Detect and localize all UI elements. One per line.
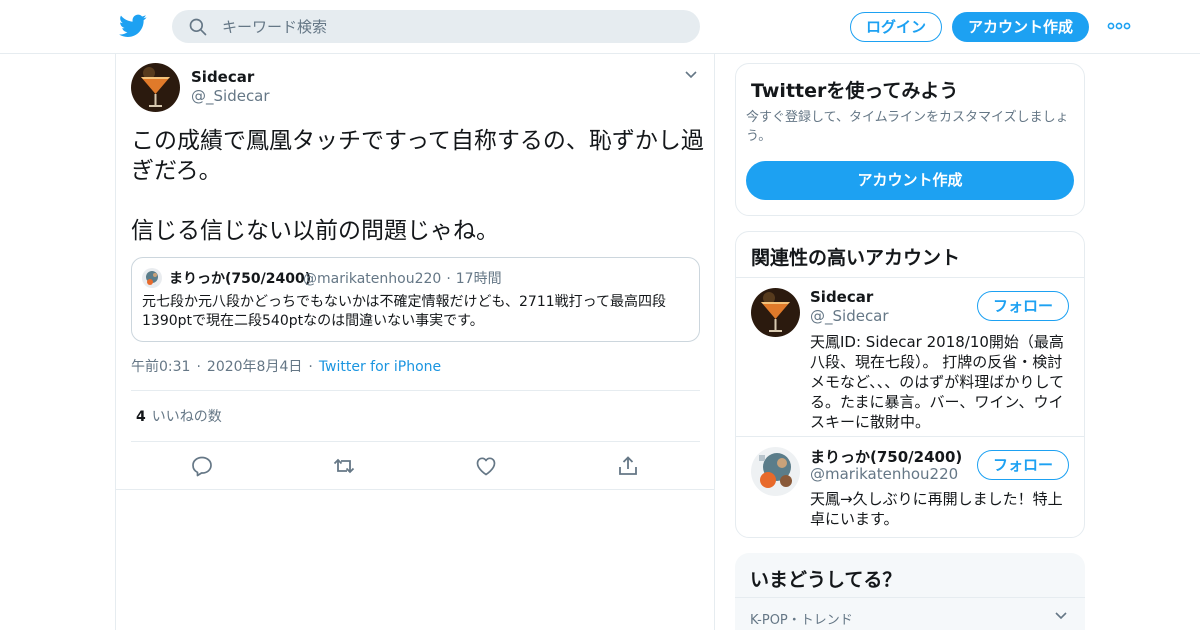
avatar[interactable] <box>131 63 180 112</box>
tweet-text: この成績で鳳凰タッチですって自称するの、恥ずかし過ぎだろ。 信じる信じない以前の… <box>131 128 704 244</box>
quote-time: 17時間 <box>455 271 502 287</box>
share-icon[interactable] <box>616 454 640 478</box>
divider <box>736 436 1084 437</box>
divider <box>116 489 714 490</box>
card-title: 関連性の高いアカウント <box>751 247 961 269</box>
search-bar[interactable] <box>172 10 700 43</box>
cocktail-avatar-icon <box>131 63 180 112</box>
character-avatar-icon <box>142 268 162 288</box>
likes-summary[interactable]: 4 いいねの数 <box>136 406 222 426</box>
author-handle[interactable]: @_Sidecar <box>191 87 270 105</box>
quote-author-name: まりっか(750/2400) <box>169 271 312 287</box>
more-dots-icon[interactable] <box>1107 18 1131 34</box>
account-bio: 天鳳→久しぶりに再開しました！特上卓にいます。 <box>810 490 1063 528</box>
tweet-source-link[interactable]: Twitter for iPhone <box>319 359 441 375</box>
cocktail-avatar-icon <box>751 288 800 337</box>
login-button[interactable]: ログイン <box>850 12 942 42</box>
author-name[interactable]: Sidecar <box>191 68 254 86</box>
card-title: Twitterを使ってみよう <box>751 80 959 102</box>
search-icon <box>189 18 207 36</box>
likes-count: 4 <box>136 409 146 425</box>
tweet-time[interactable]: 午前0:31 <box>131 359 190 375</box>
signup-promo-card: Twitterを使ってみよう 今すぐ登録して、タイムラインをカスタマイズしましょ… <box>735 63 1085 216</box>
trends-card: いまどうしてる？ K-POP・トレンド <box>735 553 1085 630</box>
quote-text: 元七段か元八段かどっちでもないかは不確定情報だけども、2711戦打って最高四段1… <box>142 294 666 329</box>
account-handle[interactable]: @marikatenhou220 <box>810 465 958 483</box>
quoted-tweet[interactable]: まりっか(750/2400) @marikatenhou220 · 17時間 元七段… <box>131 257 700 342</box>
chevron-down-icon[interactable] <box>684 70 698 80</box>
search-input[interactable] <box>222 10 682 43</box>
trend-category[interactable]: K-POP・トレンド <box>750 609 853 628</box>
quote-author-handle: @marikatenhou220 · 17時間 <box>303 271 502 287</box>
avatar[interactable] <box>751 447 800 496</box>
tweet-detail: Sidecar @_Sidecar この成績で鳳凰タッチですって自称するの、恥ず… <box>115 54 715 630</box>
character-avatar-icon <box>751 447 800 496</box>
follow-button[interactable]: フォロー <box>977 450 1069 480</box>
account-bio: 天鳳ID: Sidecar 2018/10開始（最高八段、現在七段）。 打牌の反… <box>810 333 1065 431</box>
quote-handle-text: @marikatenhou220 <box>303 271 442 287</box>
account-name[interactable]: まりっか(750/2400) <box>810 446 962 467</box>
twitter-bird-icon[interactable] <box>119 12 147 40</box>
tweet-meta: 午前0:31 · 2020年8月4日 · Twitter for iPhone <box>131 359 442 375</box>
card-subtitle: 今すぐ登録して、タイムラインをカスタマイズしましょう。 <box>746 110 1069 144</box>
divider <box>131 390 700 391</box>
reply-icon[interactable] <box>190 454 214 478</box>
divider <box>131 441 700 442</box>
retweet-icon[interactable] <box>332 454 356 478</box>
card-title: いまどうしてる？ <box>750 569 902 591</box>
avatar <box>142 268 162 288</box>
avatar[interactable] <box>751 288 800 337</box>
divider <box>736 277 1084 278</box>
account-name[interactable]: Sidecar <box>810 288 873 306</box>
follow-button[interactable]: フォロー <box>977 291 1069 321</box>
account-handle[interactable]: @_Sidecar <box>810 307 889 325</box>
likes-label: いいねの数 <box>151 409 222 425</box>
signup-button[interactable]: アカウント作成 <box>746 161 1074 200</box>
like-icon[interactable] <box>474 454 498 478</box>
signup-button[interactable]: アカウント作成 <box>952 12 1089 42</box>
related-accounts-card: 関連性の高いアカウント Sidecar @_Sidecar フォロー 天鳳ID:… <box>735 231 1085 538</box>
top-bar: ログイン アカウント作成 <box>0 0 1200 54</box>
tweet-date[interactable]: 2020年8月4日 <box>207 359 302 375</box>
chevron-down-icon[interactable] <box>1054 611 1068 621</box>
divider <box>735 597 1085 598</box>
